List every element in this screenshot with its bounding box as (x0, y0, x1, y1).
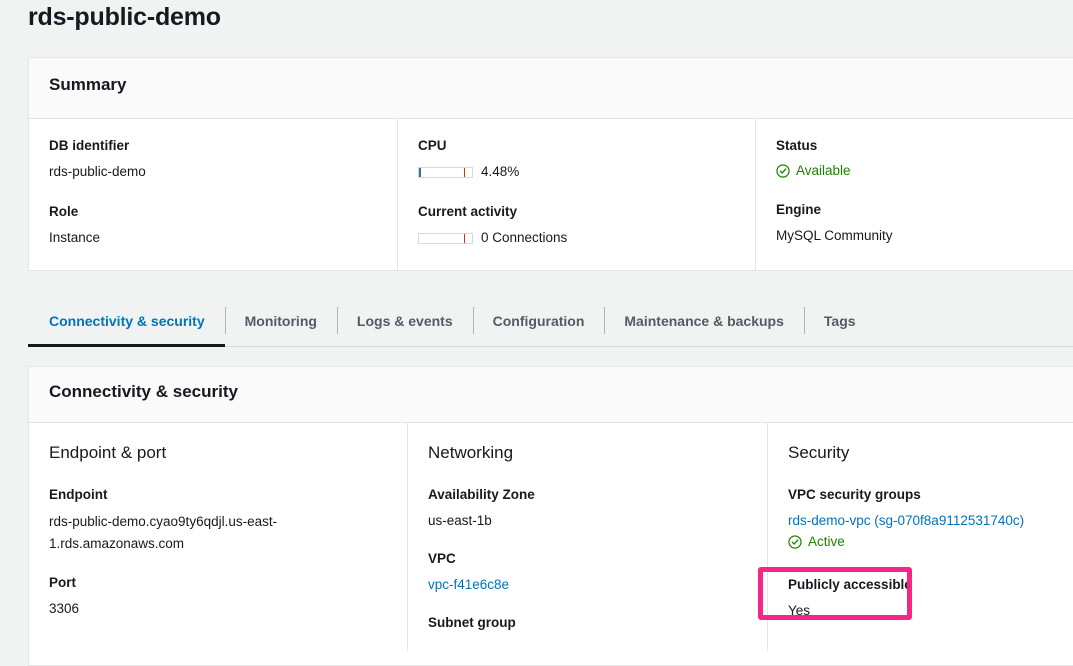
availability-zone-label: Availability Zone (428, 487, 535, 502)
tab-connectivity-and-security[interactable]: Connectivity & security (28, 295, 225, 347)
db-identifier-value: rds-public-demo (49, 164, 146, 179)
summary-title: Summary (49, 75, 127, 94)
field-endpoint: Endpoint rds-public-demo.cyao9ty6qdjl.us… (49, 486, 387, 555)
vpc-security-group-state-badge: Active (788, 533, 1067, 551)
field-db-identifier: DB identifier rds-public-demo (49, 137, 377, 182)
engine-label: Engine (776, 202, 822, 217)
status-value: Available (796, 163, 851, 178)
field-status: Status Available (776, 137, 1069, 180)
summary-card: Summary DB identifier rds-public-demo Ro… (28, 57, 1073, 271)
connectivity-title: Connectivity & security (49, 382, 238, 401)
tab-label: Connectivity & security (49, 312, 205, 329)
security-heading: Security (788, 443, 850, 462)
summary-column-identity: DB identifier rds-public-demo Role Insta… (29, 119, 397, 271)
publicly-accessible-value: Yes (788, 603, 811, 618)
cpu-value: 4.48% (481, 164, 520, 179)
field-current-activity: Current activity 0 Connections (418, 203, 735, 248)
tab-label: Configuration (492, 312, 585, 329)
role-label: Role (49, 204, 79, 219)
publicly-accessible-label: Publicly accessible (788, 577, 912, 592)
vpc-link[interactable]: vpc-f41e6c8e (428, 577, 509, 592)
summary-column-status: Status Available Engine MySQL Community (755, 119, 1073, 271)
current-activity-gauge (418, 232, 473, 244)
role-value: Instance (49, 230, 101, 245)
tab-configuration[interactable]: Configuration (472, 295, 605, 346)
tab-maintenance-and-backups[interactable]: Maintenance & backups (604, 295, 804, 346)
tab-label: Logs & events (356, 312, 453, 329)
endpoint-label: Endpoint (49, 487, 108, 502)
detail-tab-bar: Connectivity & security Monitoring Logs … (28, 295, 1073, 347)
db-identifier-label: DB identifier (49, 138, 130, 153)
summary-card-header: Summary (29, 58, 1073, 119)
endpoint-and-port-section: Endpoint & port Endpoint rds-public-demo… (29, 423, 407, 651)
port-value: 3306 (49, 601, 80, 616)
tab-logs-and-events[interactable]: Logs & events (336, 295, 473, 346)
vpc-security-group-link[interactable]: rds-demo-vpc (sg-070f8a9112531740c) (788, 513, 1024, 528)
cpu-gauge-row: 4.48% (418, 162, 735, 182)
field-port: Port 3306 (49, 574, 387, 619)
networking-section: Networking Availability Zone us-east-1b … (407, 423, 767, 651)
connectivity-card-header: Connectivity & security (29, 367, 1073, 423)
check-circle-icon (788, 535, 802, 549)
status-badge: Available (776, 162, 1069, 180)
connectivity-body: Endpoint & port Endpoint rds-public-demo… (29, 423, 1073, 651)
check-circle-icon (776, 164, 790, 178)
field-publicly-accessible: Publicly accessible Yes (788, 576, 1067, 621)
tab-monitoring[interactable]: Monitoring (224, 295, 337, 346)
field-engine: Engine MySQL Community (776, 201, 1069, 246)
cpu-gauge (418, 166, 473, 178)
field-subnet-group: Subnet group (428, 614, 747, 632)
tab-label: Monitoring (244, 312, 317, 329)
field-availability-zone: Availability Zone us-east-1b (428, 486, 747, 531)
endpoint-and-port-heading: Endpoint & port (49, 443, 167, 462)
vpc-security-groups-label: VPC security groups (788, 487, 921, 502)
cpu-label: CPU (418, 138, 447, 153)
tab-label: Maintenance & backups (624, 312, 784, 329)
field-cpu: CPU 4.48% (418, 137, 735, 182)
vpc-security-group-state: Active (808, 534, 845, 549)
field-vpc-security-groups: VPC security groups rds-demo-vpc (sg-070… (788, 486, 1067, 551)
page-title: rds-public-demo (28, 3, 221, 31)
port-label: Port (49, 575, 76, 590)
tab-label: Tags (823, 312, 856, 329)
vpc-label: VPC (428, 551, 456, 566)
cpu-gauge-fill (419, 167, 422, 177)
current-activity-value: 0 Connections (481, 230, 568, 245)
current-activity-gauge-threshold-marker (464, 233, 466, 243)
tab-tags[interactable]: Tags (803, 295, 876, 346)
networking-heading: Networking (428, 443, 514, 462)
field-role: Role Instance (49, 203, 377, 248)
cpu-gauge-threshold-marker (464, 167, 466, 177)
availability-zone-value: us-east-1b (428, 513, 492, 528)
rds-instance-detail-page: rds-public-demo Summary DB identifier rd… (0, 0, 1073, 666)
summary-body: DB identifier rds-public-demo Role Insta… (29, 119, 1073, 271)
field-vpc: VPC vpc-f41e6c8e (428, 550, 747, 595)
subnet-group-label: Subnet group (428, 615, 516, 630)
endpoint-value: rds-public-demo.cyao9ty6qdjl.us-east-1.r… (49, 514, 278, 551)
status-label: Status (776, 138, 818, 153)
summary-column-metrics: CPU 4.48% Current activity 0 Connections (397, 119, 755, 271)
current-activity-label: Current activity (418, 204, 518, 219)
connectivity-and-security-card: Connectivity & security Endpoint & port … (28, 366, 1073, 666)
security-section: Security VPC security groups rds-demo-vp… (767, 423, 1073, 651)
engine-value: MySQL Community (776, 228, 893, 243)
current-activity-gauge-row: 0 Connections (418, 228, 735, 248)
